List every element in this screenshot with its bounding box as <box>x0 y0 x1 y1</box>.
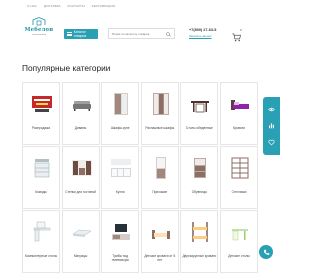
category-label[interactable]: Матрацы <box>64 254 98 259</box>
category-label[interactable]: Стеллажи <box>222 190 256 195</box>
category-card[interactable]: Распашные шкафы <box>140 82 179 145</box>
category-label[interactable]: Компьютерные столы <box>24 254 58 259</box>
logo[interactable]: Мебелон салон мебели <box>22 17 56 39</box>
category-card[interactable]: Кровати <box>219 82 258 145</box>
search-input[interactable] <box>112 31 166 36</box>
computer-desk-icon <box>33 221 51 242</box>
nav-item-restoration[interactable]: Реставрация <box>92 4 115 8</box>
category-card[interactable]: Детские кровати от 5 лет <box>140 210 179 273</box>
category-label[interactable]: Кухни <box>103 190 137 195</box>
catalog-button[interactable]: Каталог товаров <box>64 29 98 39</box>
category-label[interactable]: Диваны <box>64 126 98 131</box>
catalog-button-label: Каталог товаров <box>73 30 87 38</box>
nav-item-about[interactable]: О нас <box>27 4 37 8</box>
category-label[interactable]: Распашные шкафы <box>143 126 177 131</box>
category-card[interactable]: Обувницы <box>180 146 219 209</box>
kitchen-icon <box>111 159 132 177</box>
category-label[interactable]: Стенки для гостиной <box>64 190 98 195</box>
kids-desk-icon <box>231 229 248 241</box>
contacts: +7(800) 27-63-5 Заказать звонок <box>189 28 216 38</box>
sale-banner-icon <box>32 96 52 112</box>
phone-fab-button[interactable] <box>259 245 273 259</box>
mattress-icon <box>71 229 92 237</box>
category-label[interactable]: Тумбы под телевизоры <box>103 254 137 263</box>
side-rail <box>263 97 280 155</box>
category-card[interactable]: Стеллажи <box>219 146 258 209</box>
search-icon[interactable] <box>166 32 171 37</box>
category-card[interactable]: Шкафы-купе <box>101 82 140 145</box>
category-label[interactable]: Обувницы <box>182 190 216 195</box>
phone-number[interactable]: +7(800) 27-63-5 <box>189 28 216 32</box>
category-grid: Распродажа Диваны Шкафы-купе Распашные шкаф… <box>22 82 258 273</box>
category-card[interactable]: Стенки для гостиной <box>61 146 100 209</box>
bed-icon <box>230 100 249 110</box>
category-card[interactable]: Тумбы под телевизоры <box>101 210 140 273</box>
category-label[interactable]: Комоды <box>24 190 58 195</box>
cart-icon <box>232 33 242 42</box>
sofa-icon <box>72 101 91 111</box>
nav-item-delivery[interactable]: Доставка <box>44 4 61 8</box>
search-box <box>108 28 175 39</box>
category-label[interactable]: Детские столы <box>222 254 256 259</box>
compare-icon[interactable] <box>268 122 275 129</box>
cart-count: 0 <box>240 28 242 32</box>
category-card[interactable]: Диваны <box>61 82 100 145</box>
wardrobe-icon <box>114 93 129 115</box>
category-card[interactable]: Матрацы <box>61 210 100 273</box>
category-label[interactable]: Столы обеденные <box>182 126 216 131</box>
category-label[interactable]: Прихожие <box>143 190 177 195</box>
nav-item-contacts[interactable]: Контакты <box>68 4 85 8</box>
category-card[interactable]: Кухни <box>101 146 140 209</box>
logo-tagline: салон мебели <box>31 34 47 36</box>
dresser-icon <box>34 159 50 178</box>
category-card[interactable]: Комоды <box>22 146 60 209</box>
category-card[interactable]: Детские столы <box>219 210 258 273</box>
category-card[interactable]: Компьютерные столы <box>22 210 60 273</box>
section-title: Популярные категории <box>22 63 111 73</box>
category-card[interactable]: Прихожие <box>140 146 179 209</box>
bunk-bed-icon <box>192 222 209 242</box>
shoe-cabinet-icon <box>194 158 207 178</box>
category-label[interactable]: Распродажа <box>24 126 58 131</box>
logo-sign-icon <box>32 17 46 26</box>
kids-bed-icon <box>151 230 170 239</box>
callback-link[interactable]: Заказать звонок <box>189 34 216 38</box>
tv-stand-icon <box>112 224 131 240</box>
living-wall-icon <box>71 160 92 176</box>
category-card[interactable]: Столы обеденные <box>180 82 219 145</box>
category-label[interactable]: Двухъярусные кровати <box>182 254 216 259</box>
category-label[interactable]: Детские кровати от 5 лет <box>143 254 177 263</box>
menu-icon <box>67 32 72 36</box>
shelving-icon <box>231 157 249 179</box>
category-label[interactable]: Шкафы-купе <box>103 126 137 131</box>
wardrobe-hinged-icon <box>152 93 169 115</box>
phone-icon <box>263 249 269 255</box>
category-card[interactable]: Двухъярусные кровати <box>180 210 219 273</box>
hallway-icon <box>155 157 166 179</box>
dining-table-icon <box>191 101 210 113</box>
cart-button[interactable]: 0 <box>232 28 242 42</box>
category-label[interactable]: Кровати <box>222 126 256 131</box>
heart-icon[interactable] <box>268 139 275 146</box>
eye-icon[interactable] <box>268 106 275 113</box>
top-nav: О нас Доставка Контакты Реставрация <box>27 4 115 8</box>
category-card[interactable]: Распродажа <box>22 82 60 145</box>
logo-name: Мебелон <box>24 27 54 33</box>
